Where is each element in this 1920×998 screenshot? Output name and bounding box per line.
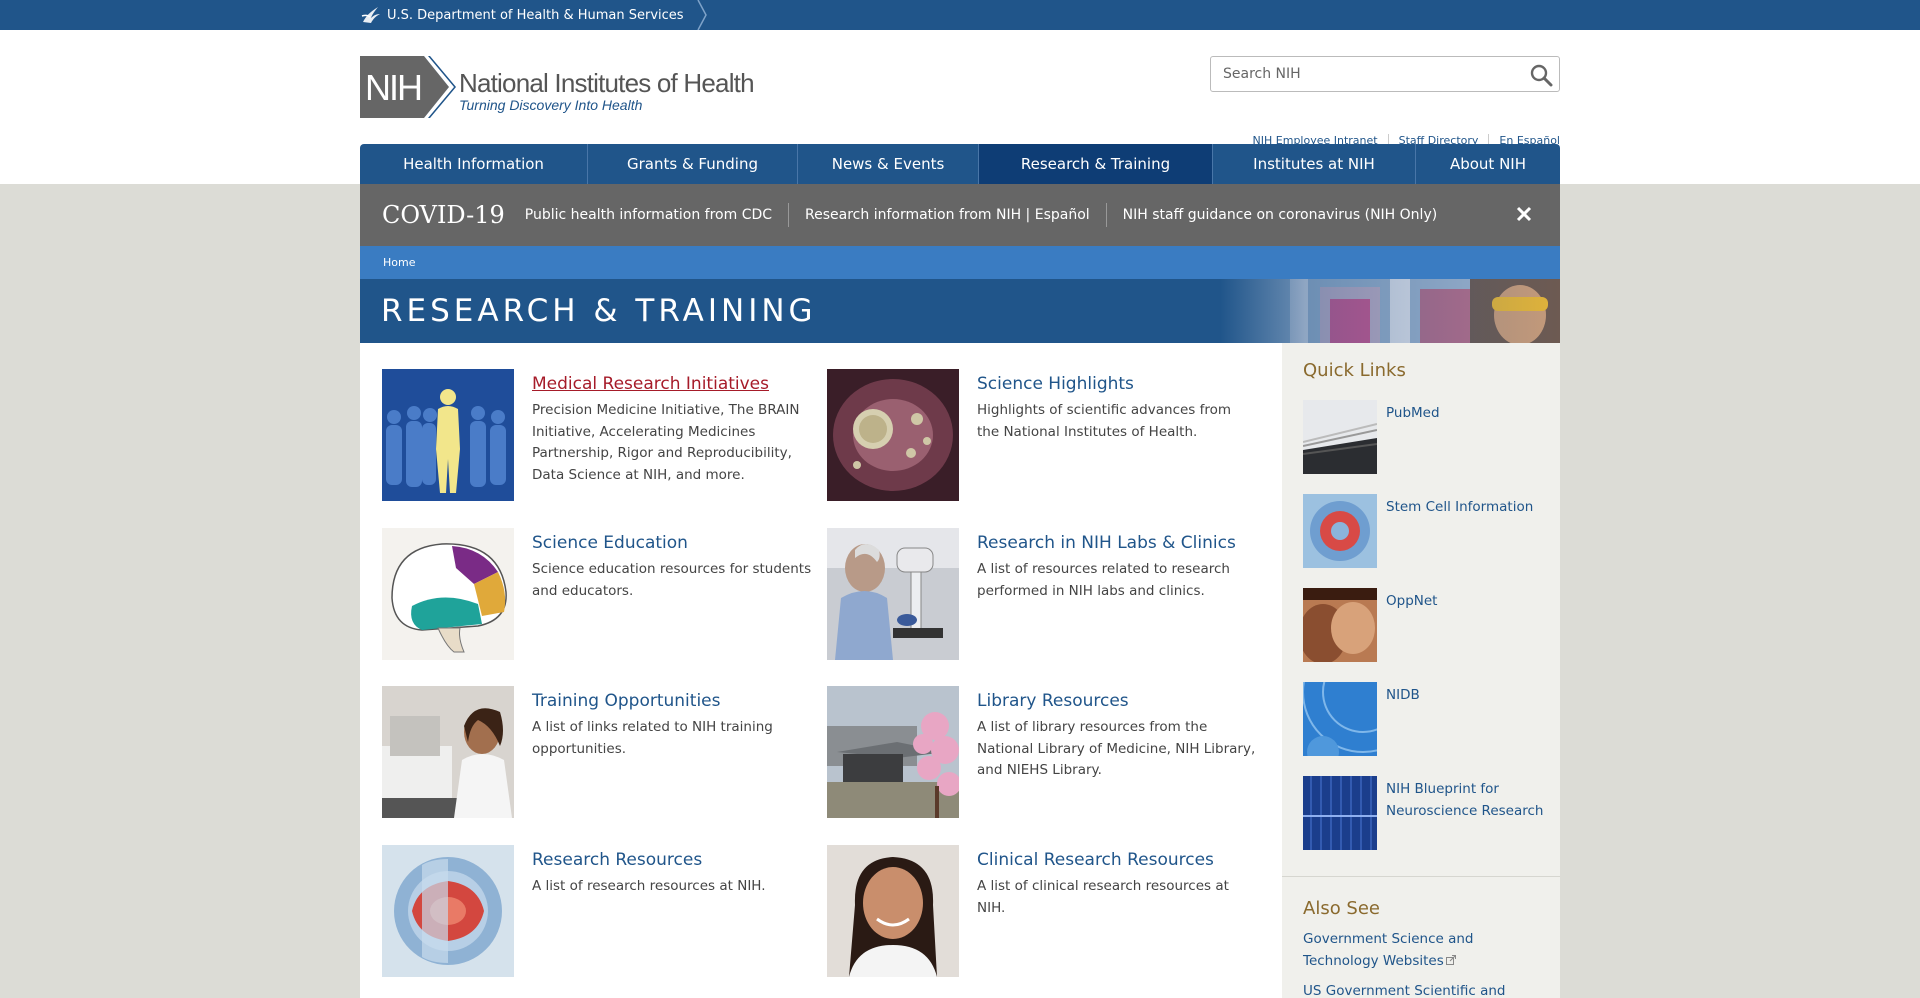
card-desc: Science education resources for students… — [532, 561, 812, 599]
virus-cells-image[interactable] — [827, 369, 959, 501]
card-clinical-research: Clinical Research Resources A list of cl… — [827, 845, 1267, 985]
nav-research-training[interactable]: Research & Training — [979, 144, 1213, 184]
quick-link-oppnet: OppNet — [1303, 588, 1553, 664]
card-title[interactable]: Library Resources — [977, 691, 1129, 711]
chevron-right-icon — [696, 0, 707, 30]
quick-link-label[interactable]: NIDB — [1386, 685, 1546, 707]
card-title[interactable]: Clinical Research Resources — [977, 850, 1214, 870]
sidebar-divider — [1282, 876, 1560, 877]
microscope-researcher-image[interactable] — [827, 528, 959, 660]
quick-link-label[interactable]: OppNet — [1386, 591, 1546, 613]
nidb-thumb-image[interactable] — [1303, 682, 1377, 756]
search-input[interactable] — [1211, 57, 1511, 91]
card-science-highlights: Science Highlights Highlights of scienti… — [827, 369, 1267, 509]
also-see-item[interactable]: US Government Scientific and — [1303, 981, 1533, 998]
breadcrumb-home[interactable]: Home — [383, 256, 415, 269]
brain-diagram-image[interactable] — [382, 528, 514, 660]
card-desc: A list of library resources from the Nat… — [977, 719, 1256, 778]
stem-cell-thumb-image[interactable] — [1303, 494, 1377, 568]
breadcrumb: Home — [360, 246, 1560, 279]
covid-title: COVID-19 — [382, 201, 505, 229]
card-desc: Precision Medicine Initiative, The BRAIN… — [532, 402, 800, 483]
quick-links-heading: Quick Links — [1303, 360, 1406, 381]
card-title[interactable]: Medical Research Initiatives — [532, 374, 769, 394]
quick-link-stem-cell: Stem Cell Information — [1303, 494, 1553, 570]
people-silhouettes-image[interactable] — [382, 369, 514, 501]
cell-cutaway-image[interactable] — [382, 845, 514, 977]
close-icon[interactable] — [1516, 206, 1532, 222]
nih-logo-mark: NIH — [360, 56, 456, 118]
quick-link-pubmed: PubMed — [1303, 400, 1553, 476]
card-desc: A list of clinical research resources at… — [977, 878, 1229, 916]
card-title[interactable]: Science Education — [532, 533, 688, 553]
main-nav: Health Information Grants & Funding News… — [360, 144, 1560, 184]
hhs-label: U.S. Department of Health & Human Servic… — [387, 7, 684, 23]
nav-grants-funding[interactable]: Grants & Funding — [588, 144, 798, 184]
main-content: Medical Research Initiatives Precision M… — [360, 343, 1282, 998]
also-see-heading: Also See — [1303, 898, 1381, 919]
blueprint-thumb-image[interactable] — [1303, 776, 1377, 850]
card-desc: A list of research resources at NIH. — [532, 878, 766, 894]
also-see-item[interactable]: Government Science and Technology Websit… — [1303, 929, 1533, 972]
oppnet-thumb-image[interactable] — [1303, 588, 1377, 662]
card-desc: A list of resources related to research … — [977, 561, 1230, 599]
search-box — [1210, 56, 1560, 92]
card-research-resources: Research Resources A list of research re… — [382, 845, 822, 985]
card-medical-research: Medical Research Initiatives Precision M… — [382, 369, 822, 509]
nav-news-events[interactable]: News & Events — [798, 144, 979, 184]
page-banner: RESEARCH & TRAINING — [360, 279, 1560, 343]
quick-link-blueprint: NIH Blueprint for Neuroscience Research — [1303, 776, 1553, 852]
pubmed-thumb-image[interactable] — [1303, 400, 1377, 474]
hhs-link[interactable]: U.S. Department of Health & Human Servic… — [360, 0, 708, 30]
svg-text:NIH: NIH — [365, 67, 421, 108]
hhs-bar: U.S. Department of Health & Human Servic… — [0, 0, 1920, 30]
covid-banner: COVID-19 Public health information from … — [360, 184, 1560, 246]
nih-logo[interactable]: NIH National Institutes of Health Turnin… — [360, 56, 755, 118]
nav-institutes[interactable]: Institutes at NIH — [1213, 144, 1416, 184]
card-title[interactable]: Research in NIH Labs & Clinics — [977, 533, 1236, 553]
search-icon[interactable] — [1529, 63, 1553, 87]
also-see-link[interactable]: US Government Scientific and — [1303, 983, 1506, 998]
covid-link-research[interactable]: Research information from NIH | Español — [788, 203, 1106, 227]
covid-link-staff-guidance[interactable]: NIH staff guidance on coronavirus (NIH O… — [1105, 203, 1454, 227]
card-title[interactable]: Training Opportunities — [532, 691, 720, 711]
lab-trainee-image[interactable] — [382, 686, 514, 818]
quick-link-label[interactable]: PubMed — [1386, 403, 1546, 425]
logo-tagline: Turning Discovery Into Health — [459, 97, 643, 113]
patient-portrait-image[interactable] — [827, 845, 959, 977]
external-link-icon — [1445, 954, 1456, 965]
nav-about[interactable]: About NIH — [1416, 144, 1560, 184]
banner-lab-image — [1220, 279, 1560, 343]
sidebar: Quick Links PubMed Stem Cell Information… — [1282, 343, 1560, 998]
page-title: RESEARCH & TRAINING — [381, 293, 817, 329]
card-training: Training Opportunities A list of links r… — [382, 686, 822, 826]
card-desc: A list of links related to NIH training … — [532, 719, 773, 757]
card-title[interactable]: Research Resources — [532, 850, 702, 870]
card-science-education: Science Education Science education reso… — [382, 528, 822, 668]
quick-link-nidb: NIDB — [1303, 682, 1553, 758]
quick-link-label[interactable]: Stem Cell Information — [1386, 497, 1546, 519]
quick-link-label[interactable]: NIH Blueprint for Neuroscience Research — [1386, 779, 1546, 822]
card-title[interactable]: Science Highlights — [977, 374, 1134, 394]
card-labs-clinics: Research in NIH Labs & Clinics A list of… — [827, 528, 1267, 668]
library-building-image[interactable] — [827, 686, 959, 818]
nav-health-information[interactable]: Health Information — [360, 144, 588, 184]
card-desc: Highlights of scientific advances from t… — [977, 402, 1232, 440]
hhs-eagle-icon — [361, 7, 380, 23]
logo-title: National Institutes of Health — [459, 68, 755, 98]
card-library: Library Resources A list of library reso… — [827, 686, 1267, 826]
covid-link-cdc[interactable]: Public health information from CDC — [525, 203, 788, 227]
